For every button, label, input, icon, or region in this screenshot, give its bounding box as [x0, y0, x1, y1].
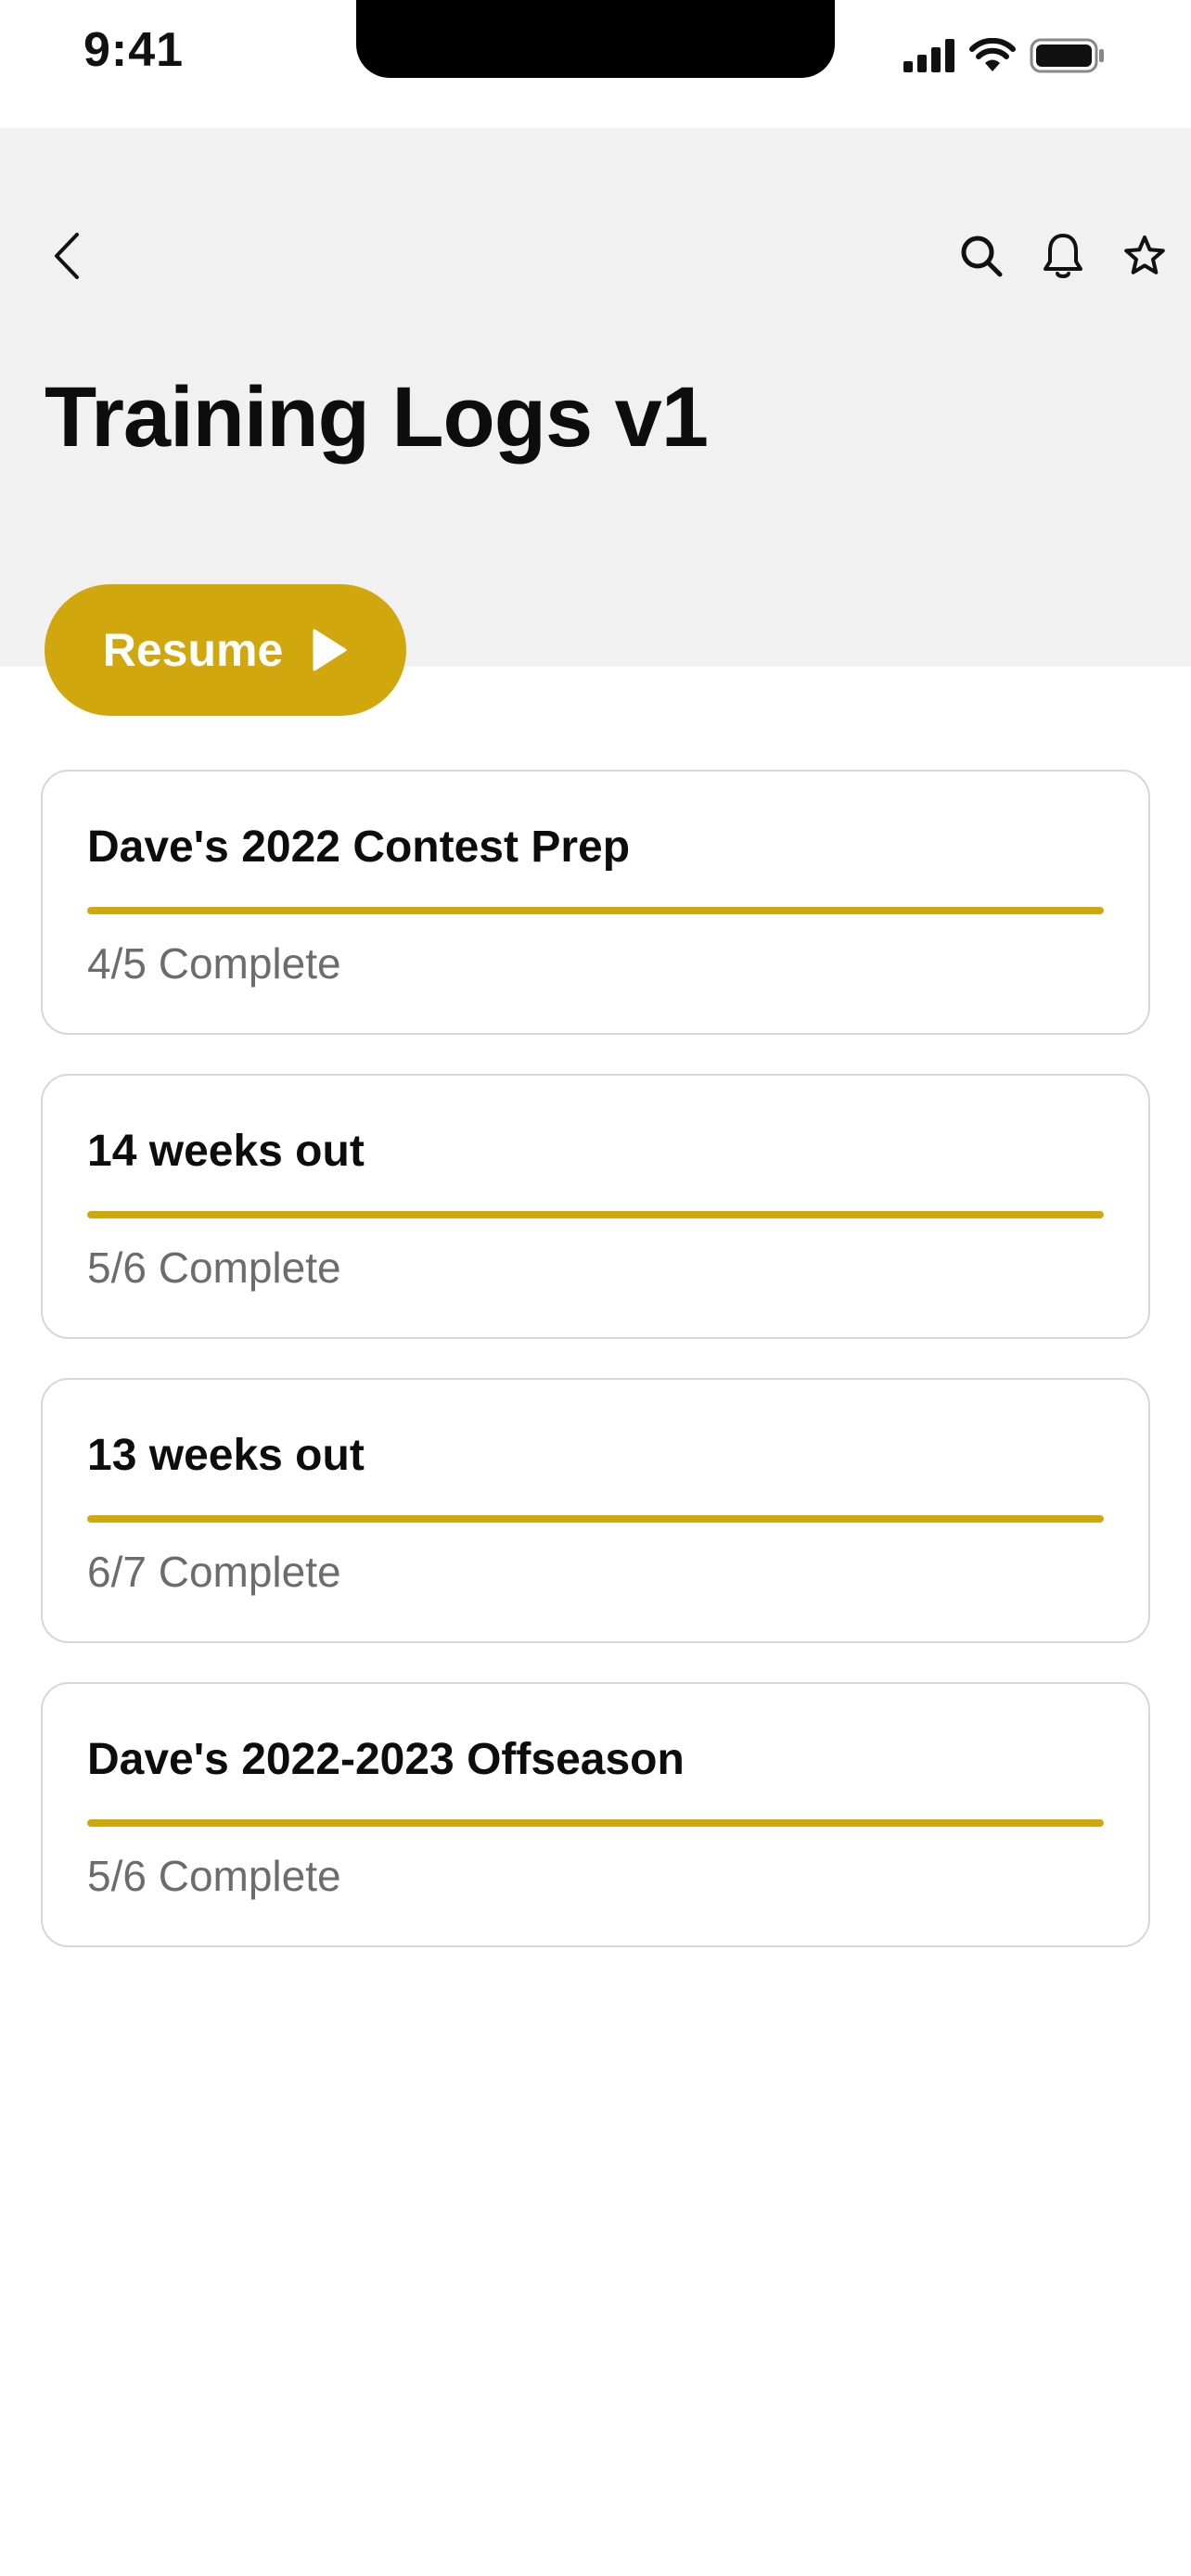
search-button[interactable] — [955, 224, 1007, 287]
log-progress-bar — [87, 1819, 1104, 1827]
header-actions — [955, 224, 1171, 287]
log-status: 5/6 Complete — [87, 1852, 341, 1900]
log-title: 14 weeks out — [87, 1127, 365, 1176]
log-status: 6/7 Complete — [87, 1548, 341, 1596]
page-title: Training Logs v1 — [45, 370, 709, 465]
wifi-icon — [969, 38, 1016, 71]
resume-button[interactable]: Resume — [45, 584, 406, 716]
log-title: Dave's 2022-2023 Offseason — [87, 1735, 685, 1784]
log-progress-bar — [87, 907, 1104, 914]
log-status: 5/6 Complete — [87, 1243, 341, 1292]
play-icon — [313, 629, 347, 671]
log-progress-bar — [87, 1515, 1104, 1523]
log-progress-fill — [87, 1515, 1104, 1523]
search-icon — [961, 236, 1003, 277]
log-card[interactable]: Dave's 2022 Contest Prep 4/5 Complete — [41, 770, 1150, 1035]
log-title: Dave's 2022 Contest Prep — [87, 823, 631, 872]
status-time: 9:41 — [83, 23, 185, 77]
resume-label: Resume — [102, 624, 284, 676]
battery-icon — [1030, 38, 1104, 73]
log-progress-bar — [87, 1211, 1104, 1218]
cellular-signal-icon — [903, 39, 954, 72]
star-icon — [1124, 236, 1165, 274]
notifications-button[interactable] — [1037, 224, 1089, 287]
log-card[interactable]: Dave's 2022-2023 Offseason 5/6 Complete — [41, 1682, 1150, 1947]
training-log-list: Dave's 2022 Contest Prep 4/5 Complete 14… — [41, 770, 1150, 1986]
log-progress-fill — [87, 907, 1104, 914]
bell-icon — [1044, 234, 1082, 278]
status-bar: 9:41 — [0, 0, 1191, 128]
log-progress-fill — [87, 1211, 1104, 1218]
device-notch — [356, 0, 835, 78]
log-title: 13 weeks out — [87, 1431, 365, 1480]
back-button[interactable] — [43, 224, 91, 287]
log-card[interactable]: 14 weeks out 5/6 Complete — [41, 1074, 1150, 1339]
log-card[interactable]: 13 weeks out 6/7 Complete — [41, 1378, 1150, 1643]
log-progress-fill — [87, 1819, 1104, 1827]
chevron-left-icon — [55, 233, 79, 279]
status-icons — [903, 35, 1106, 76]
log-status: 4/5 Complete — [87, 939, 341, 988]
favorite-button[interactable] — [1119, 224, 1171, 287]
